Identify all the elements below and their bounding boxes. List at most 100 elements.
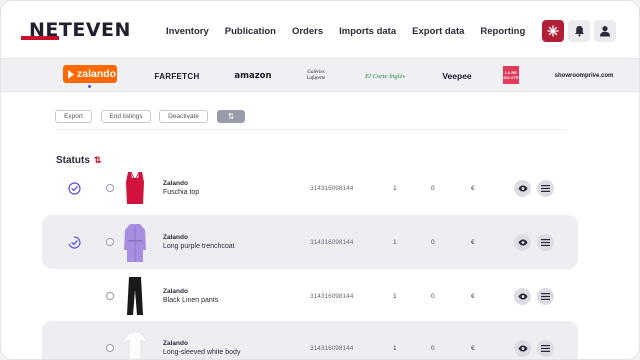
sold-count: 0 <box>431 344 435 352</box>
black-pants-image <box>127 277 143 315</box>
channel-zalando[interactable]: zalando <box>63 65 117 83</box>
sku: 314316098144 <box>310 238 354 246</box>
white-body-image <box>122 331 148 359</box>
neteven-logo[interactable]: NETEVEN <box>21 19 136 45</box>
channel-name: Zalando <box>163 234 188 241</box>
view-button-cell <box>514 161 531 215</box>
eye-icon <box>518 239 527 245</box>
product-name: Fuschia top <box>163 189 200 196</box>
channel-zalando-label: zalando <box>77 68 117 80</box>
view-button[interactable] <box>514 179 531 197</box>
row-radio[interactable] <box>106 184 114 192</box>
channel-la-redoute[interactable]: LA RE DO UTE <box>503 66 519 84</box>
export-button[interactable]: Export <box>55 110 92 123</box>
menu-icon <box>541 238 550 246</box>
channel-veepee[interactable]: Veepee <box>437 59 477 93</box>
product-thumb <box>121 321 149 359</box>
menu-icon <box>541 344 550 352</box>
view-button[interactable] <box>514 339 531 357</box>
product-name: Black Linen pants <box>163 297 219 304</box>
deactivate-button[interactable]: Deactivate <box>159 110 208 123</box>
row-radio[interactable] <box>106 344 114 352</box>
row-select[interactable] <box>106 321 114 359</box>
end-listings-button[interactable]: End listings <box>101 110 151 123</box>
view-button[interactable] <box>514 233 531 251</box>
price: € <box>471 344 475 352</box>
table-row[interactable]: Zalando Long-sleeved white body 31431609… <box>1 321 639 359</box>
nav-publication[interactable]: Publication <box>225 26 276 37</box>
status-cell <box>68 161 82 215</box>
eye-icon <box>518 345 527 351</box>
row-menu-button[interactable] <box>537 287 554 305</box>
row-select[interactable] <box>106 215 114 269</box>
nav-export-data[interactable]: Export data <box>412 26 464 37</box>
product-thumb <box>121 269 149 323</box>
sold-count: 0 <box>431 292 435 300</box>
sort-button[interactable]: ⇅ <box>217 110 245 123</box>
product-info: Zalando Black Linen pants <box>163 269 218 323</box>
channel-amazon[interactable]: amazon <box>233 59 273 93</box>
menu-button-cell <box>537 321 554 359</box>
menu-button-cell <box>537 215 554 269</box>
nav-inventory[interactable]: Inventory <box>166 26 209 37</box>
row-menu-button[interactable] <box>537 339 554 357</box>
toolbar-divider <box>56 129 566 130</box>
view-button[interactable] <box>514 287 531 305</box>
nav-orders[interactable]: Orders <box>292 26 323 37</box>
snowflake-icon <box>547 25 559 37</box>
product-thumb <box>121 215 149 269</box>
price: € <box>471 184 475 192</box>
row-select[interactable] <box>106 161 114 215</box>
product-name: Long-sleeved white body <box>163 349 241 356</box>
sku: 314316098144 <box>310 344 354 352</box>
view-button-cell <box>514 269 531 323</box>
account-button[interactable] <box>594 20 616 42</box>
price: € <box>471 238 475 246</box>
table-row[interactable]: Zalando Fuschia top 314316098144 1 0 € <box>1 161 639 215</box>
view-button-cell <box>514 215 531 269</box>
channel-name: Zalando <box>163 180 188 187</box>
channel-farfetch[interactable]: FARFETCH <box>148 59 206 93</box>
row-radio[interactable] <box>106 292 114 300</box>
quantity: 1 <box>393 344 397 352</box>
channel-bar: zalando FARFETCH amazon Galeries Lafayet… <box>1 58 639 93</box>
table-row[interactable]: Zalando Black Linen pants 314316098144 1… <box>1 269 639 323</box>
bell-icon <box>574 26 584 37</box>
top-header: NETEVEN Inventory Publication Orders Imp… <box>1 1 639 61</box>
user-icon <box>600 26 610 37</box>
product-info: Zalando Long purple trenchcoat <box>163 215 235 269</box>
app-window: NETEVEN Inventory Publication Orders Imp… <box>0 0 640 360</box>
nav-imports-data[interactable]: Imports data <box>339 26 396 37</box>
quantity: 1 <box>393 292 397 300</box>
main-nav: Inventory Publication Orders Imports dat… <box>166 26 525 37</box>
fuschia-top-image <box>126 171 144 204</box>
eye-icon <box>518 185 527 191</box>
row-select[interactable] <box>106 269 114 323</box>
menu-button-cell <box>537 161 554 215</box>
notifications-button[interactable] <box>568 20 590 42</box>
menu-icon <box>541 292 550 300</box>
quantity: 1 <box>393 184 397 192</box>
table-row[interactable]: Zalando Long purple trenchcoat 314316098… <box>1 215 639 269</box>
nav-reporting[interactable]: Reporting <box>480 26 525 37</box>
product-thumb <box>121 161 149 215</box>
channel-el-corte-ingles[interactable]: El Corte Inglés <box>359 59 411 93</box>
row-menu-button[interactable] <box>537 179 554 197</box>
eye-icon <box>518 293 527 299</box>
menu-icon <box>541 184 550 192</box>
row-menu-button[interactable] <box>537 233 554 251</box>
purple-trenchcoat-image <box>124 224 146 262</box>
pending-spinner-icon <box>68 235 81 249</box>
status-cell <box>68 215 82 269</box>
product-name: Long purple trenchcoat <box>163 243 235 250</box>
sold-count: 0 <box>431 238 435 246</box>
logo-text: NETEVEN <box>29 19 131 41</box>
price: € <box>471 292 475 300</box>
menu-button-cell <box>537 269 554 323</box>
row-radio[interactable] <box>106 238 114 246</box>
selected-channel-indicator <box>88 85 91 88</box>
snowflake-button[interactable] <box>542 20 564 42</box>
sku: 314316098144 <box>310 292 354 300</box>
channel-showroomprive[interactable]: showroomprive.com <box>553 59 615 93</box>
channel-galeries-lafayette[interactable]: Galeries Lafayette <box>298 59 334 93</box>
